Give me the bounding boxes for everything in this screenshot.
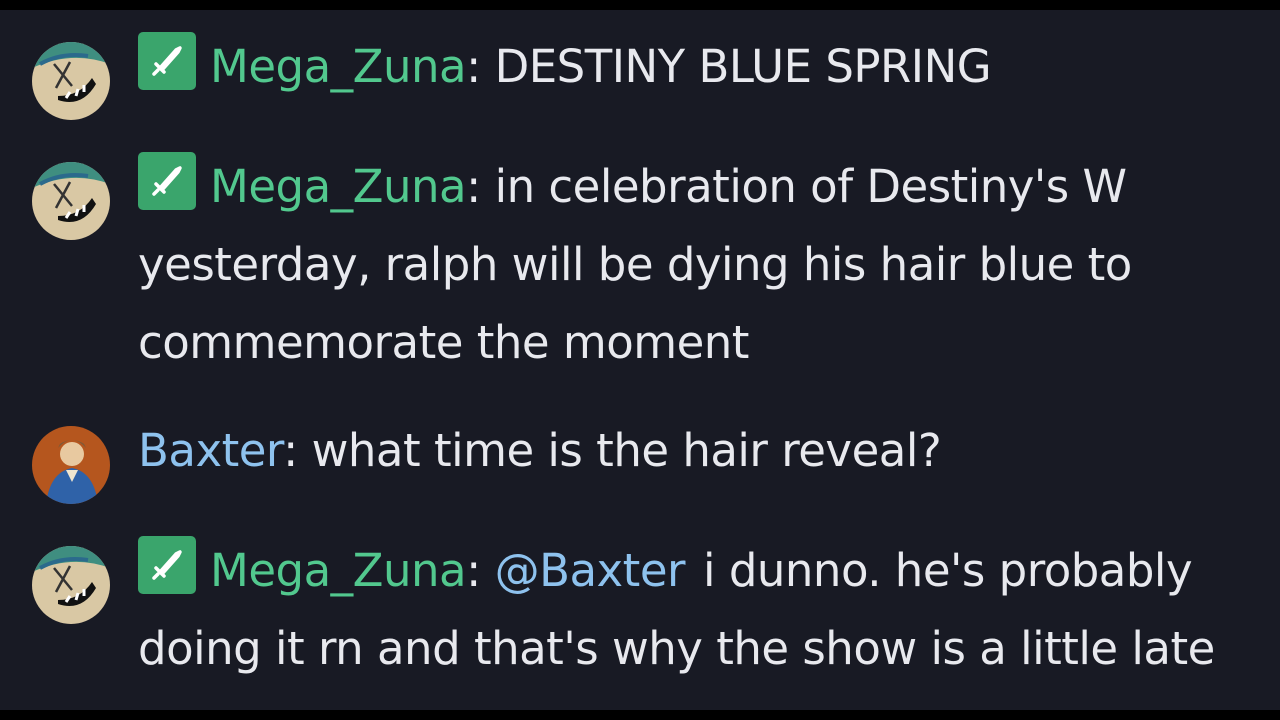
- username[interactable]: Baxter: [138, 424, 284, 477]
- username[interactable]: Mega_Zuna: [210, 544, 467, 597]
- medieval-portrait-avatar-icon[interactable]: [32, 426, 110, 504]
- message-body: what time is the hair reveal?: [311, 424, 942, 477]
- message-text: Mega_Zuna: in celebration of Destiny's W…: [138, 148, 1238, 382]
- chat-log: Mega_Zuna: DESTINY BLUE SPRING Mega_Zuna…: [0, 10, 1280, 710]
- grinning-face-avatar-icon[interactable]: [32, 42, 110, 120]
- chat-window: Mega_Zuna: DESTINY BLUE SPRING Mega_Zuna…: [0, 10, 1280, 710]
- name-separator: :: [466, 40, 481, 93]
- message-body: DESTINY BLUE SPRING: [494, 40, 992, 93]
- grinning-face-avatar-icon[interactable]: [32, 546, 110, 624]
- user-mention-link[interactable]: @Baxter: [495, 544, 686, 597]
- username[interactable]: Mega_Zuna: [210, 160, 467, 213]
- name-separator: :: [466, 544, 481, 597]
- sword-moderator-icon: [138, 536, 196, 594]
- sword-moderator-icon: [138, 32, 196, 90]
- message-text: Baxter: what time is the hair reveal?: [138, 412, 1238, 490]
- sword-moderator-icon: [138, 152, 196, 210]
- message-text: Mega_Zuna: @Baxter i dunno. he's probably…: [138, 532, 1238, 688]
- name-separator: :: [283, 424, 298, 477]
- name-separator: :: [466, 160, 481, 213]
- message-text: Mega_Zuna: DESTINY BLUE SPRING: [138, 28, 1238, 106]
- username[interactable]: Mega_Zuna: [210, 40, 467, 93]
- grinning-face-avatar-icon[interactable]: [32, 162, 110, 240]
